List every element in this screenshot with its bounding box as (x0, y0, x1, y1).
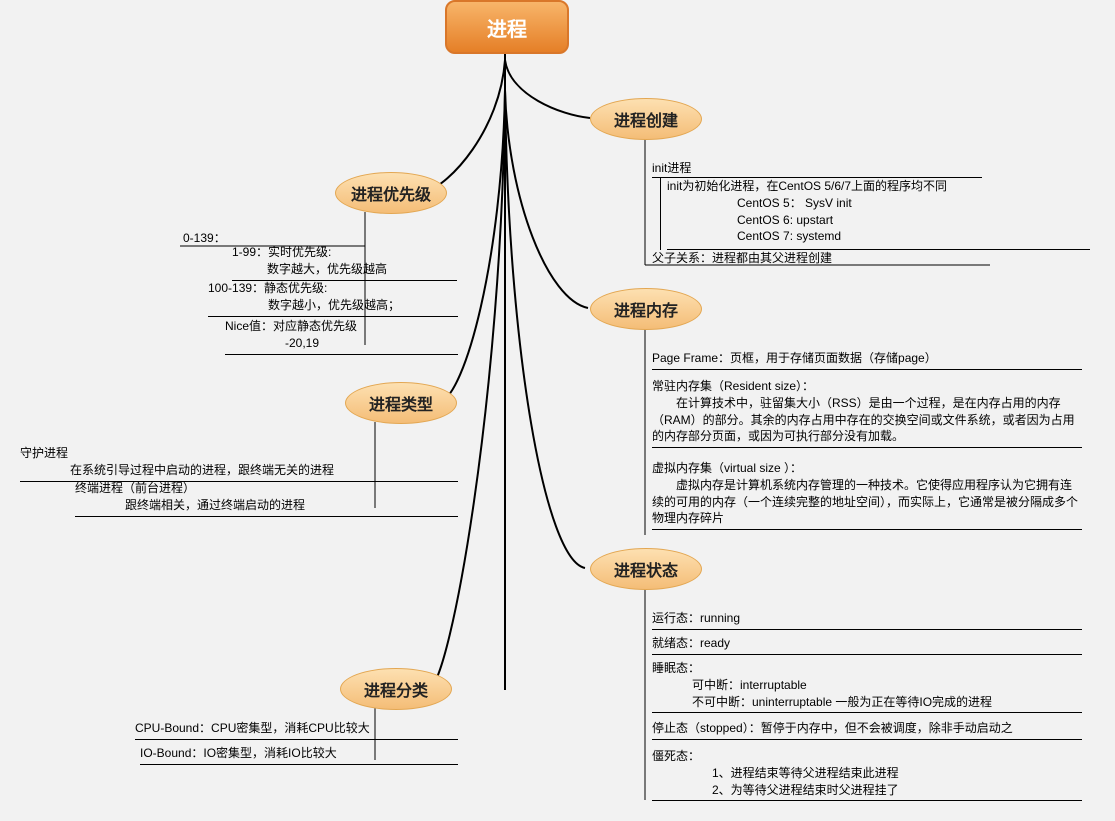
parent-rel: 父子关系：进程都由其父进程创建 (652, 250, 982, 267)
daemon-body: 在系统引导过程中启动的进程，跟终端无关的进程 (20, 463, 334, 477)
branch-priority[interactable]: 进程优先级 (335, 172, 447, 214)
sleep-unint: 不可中断：uninterruptable 一般为正在等待IO完成的进程 (652, 695, 992, 709)
branch-create[interactable]: 进程创建 (590, 98, 702, 140)
cat-cpu: CPU-Bound：CPU密集型，消耗CPU比较大 (135, 720, 458, 740)
branch-memory[interactable]: 进程内存 (590, 288, 702, 330)
priority-static: 100-139：静态优先级: 数字越小，优先级越高； (208, 280, 458, 317)
daemon-title: 守护进程 (20, 446, 68, 460)
init-body-line4: CentOS 7: systemd (667, 228, 1090, 245)
priority-line1: 1-99：实时优先级: (232, 245, 331, 259)
priority-nice: Nice值：对应静态优先级 -20,19 (225, 318, 458, 355)
priority-line2: 100-139：静态优先级: (208, 281, 327, 295)
nice-label: Nice值：对应静态优先级 (225, 319, 357, 333)
nice-sub: -20,19 (225, 336, 319, 350)
branch-category[interactable]: 进程分类 (340, 668, 452, 710)
term-title: 终端进程（前台进程） (75, 481, 195, 495)
state-stopped: 停止态（stopped）：暂停于内存中，但不会被调度，除非手动启动之 (652, 720, 1082, 740)
branch-state[interactable]: 进程状态 (590, 548, 702, 590)
priority-rt: 1-99：实时优先级: 数字越大，优先级越高 (232, 244, 457, 281)
root-node[interactable]: 进程 (445, 0, 569, 54)
zombie-title: 僵死态： (652, 749, 700, 763)
mem-pageframe: Page Frame：页框，用于存储页面数据（存储page） (652, 350, 1082, 370)
priority-range: 0-139： (183, 230, 226, 247)
rss-body: 在计算技术中，驻留集大小（RSS）是由一个过程，是在内存占用的内存（RAM）的部… (652, 395, 1082, 445)
state-sleep: 睡眠态： 可中断：interruptable 不可中断：uninterrupta… (652, 660, 1082, 713)
state-ready: 就绪态：ready (652, 635, 1082, 655)
virt-body: 虚拟内存是计算机系统内存管理的一种技术。它使得应用程序认为它拥有连续的可用的内存… (652, 477, 1082, 527)
priority-line2-sub: 数字越小，优先级越高； (208, 298, 400, 312)
init-body-line2: CentOS 5： SysV init (667, 195, 1090, 212)
cat-io: IO-Bound：IO密集型，消耗IO比较大 (140, 745, 458, 765)
sleep-title: 睡眠态： (652, 661, 700, 675)
init-body: init为初始化进程，在CentOS 5/6/7上面的程序均不同 CentOS … (660, 178, 1090, 250)
mem-rss: 常驻内存集（Resident size）： 在计算技术中，驻留集大小（RSS）是… (652, 378, 1082, 448)
virt-title: 虚拟内存集（virtual size ）： (652, 461, 802, 475)
sleep-int: 可中断：interruptable (652, 678, 807, 692)
rss-title: 常驻内存集（Resident size）： (652, 379, 814, 393)
init-body-line3: CentOS 6: upstart (667, 212, 1090, 229)
priority-line1-sub: 数字越大，优先级越高 (232, 262, 387, 276)
init-body-line1: init为初始化进程，在CentOS 5/6/7上面的程序均不同 (667, 178, 1090, 195)
branch-type[interactable]: 进程类型 (345, 382, 457, 424)
state-running: 运行态：running (652, 610, 1082, 630)
mindmap-canvas: 进程 进程创建 init进程 init为初始化进程，在CentOS 5/6/7上… (0, 0, 1115, 821)
init-label: init进程 (652, 160, 982, 178)
state-zombie: 僵死态： 1、进程结束等待父进程结束此进程 2、为等待父进程结束时父进程挂了 (652, 748, 1082, 801)
term-body: 跟终端相关，通过终端启动的进程 (75, 498, 305, 512)
zombie-2: 2、为等待父进程结束时父进程挂了 (652, 783, 899, 797)
zombie-1: 1、进程结束等待父进程结束此进程 (652, 766, 899, 780)
type-terminal: 终端进程（前台进程） 跟终端相关，通过终端启动的进程 (75, 480, 458, 517)
mem-virt: 虚拟内存集（virtual size ）： 虚拟内存是计算机系统内存管理的一种技… (652, 460, 1082, 530)
type-daemon: 守护进程 在系统引导过程中启动的进程，跟终端无关的进程 (20, 445, 458, 482)
